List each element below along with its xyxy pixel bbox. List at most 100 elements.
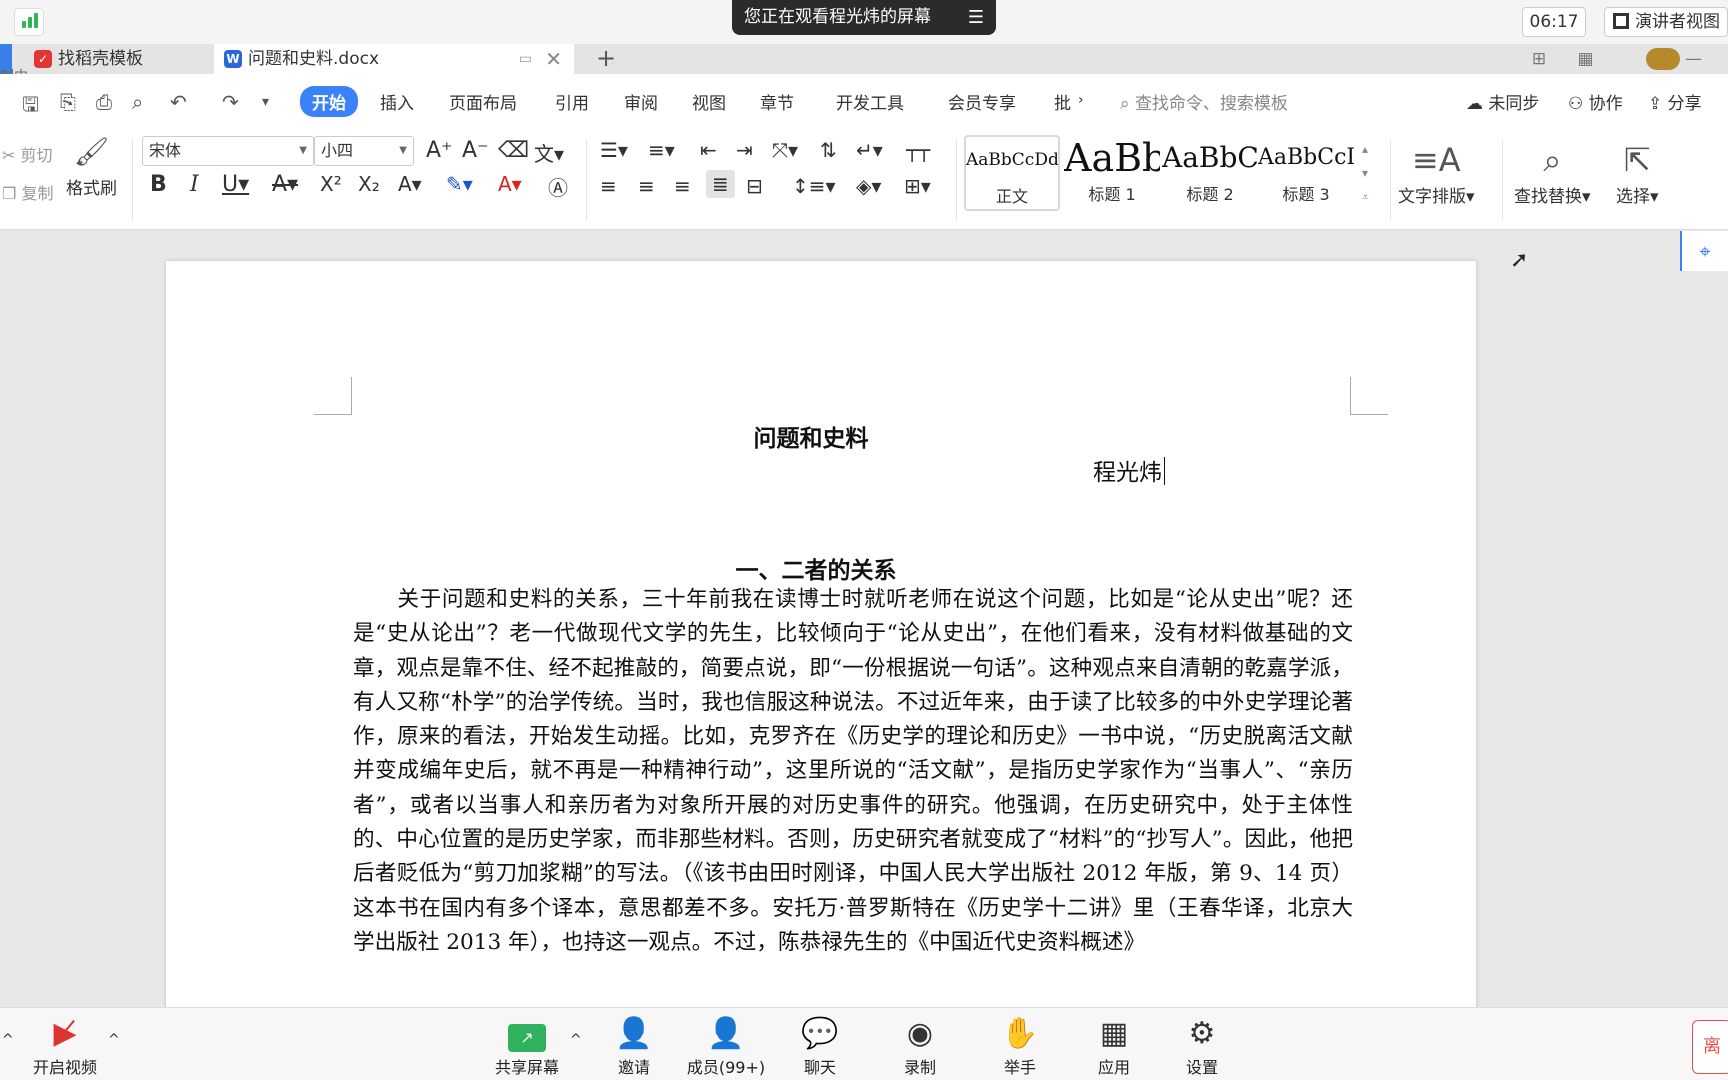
apps-icon: ▦ [1099,1016,1129,1051]
avatar[interactable] [1646,48,1680,70]
settings-button[interactable]: ⚙ 设置 [1178,1014,1226,1078]
style-heading-2[interactable]: AaBbC 标题 2 [1162,135,1258,211]
subscript-icon[interactable]: X₂ [358,172,380,196]
menu-member[interactable]: 会员专享 [948,89,1016,114]
decrease-font-icon[interactable]: A⁻ [462,138,489,163]
invite-button[interactable]: 👤 邀请 [606,1014,662,1078]
menu-chapter[interactable]: 章节 [760,89,794,114]
align-center-icon[interactable]: ≡ [638,174,655,198]
grid-icon[interactable]: ▦ [1578,49,1594,69]
find-replace-button[interactable]: ⌕ 查找替换▾ [1514,138,1591,207]
speaker-view-label: 演讲者视图 [1635,12,1720,32]
print-icon[interactable]: ⎙ [96,90,112,114]
style-gallery-scroll[interactable]: ▴ ▾ ⩡ [1362,137,1369,209]
document-canvas[interactable]: 问题和史料 程光炜 一、二者的关系 关于问题和史料的关系，三十年前我在读博士时就… [0,231,1728,1021]
margin-mark-top-right [1350,377,1388,415]
font-size-select[interactable]: 小四 ▼ [314,136,414,166]
align-left-icon[interactable]: ≡ [600,174,617,198]
chat-button[interactable]: 💬 聊天 [796,1014,844,1078]
close-icon[interactable]: ✕ [545,44,562,74]
italic-icon[interactable]: I [190,172,199,197]
text-caret [1164,457,1165,485]
record-button[interactable]: ◉ 录制 [896,1014,944,1078]
pinyin-icon[interactable]: 文▾ [534,138,564,167]
redo-icon[interactable]: ↷ [222,90,239,114]
list-icon[interactable]: ☰ [968,0,984,35]
leave-button[interactable]: 离 [1692,1020,1728,1074]
menu-page-layout[interactable]: 页面布局 [449,89,517,114]
chevron-up-icon[interactable]: ^ [108,1032,120,1048]
line-spacing-icon[interactable]: ↕≡▾ [792,174,836,198]
apps-button[interactable]: ▦ 应用 [1090,1014,1138,1078]
justify-icon[interactable]: ≣ [706,170,735,198]
export-pdf-icon[interactable]: ⎘ [60,90,76,114]
chinese-layout-icon[interactable]: ⤧▾ [772,138,798,162]
signal-icon[interactable] [14,8,44,36]
menu-insert[interactable]: 插入 [380,89,414,114]
menu-home[interactable]: 开始 [300,86,358,117]
monitor-icon[interactable]: ▭ [519,44,532,74]
show-marks-icon[interactable]: ↵▾ [856,138,883,162]
share-screen-button[interactable]: ↗ 共享屏幕 [490,1014,564,1078]
print-preview-icon[interactable]: ⌕ [132,90,143,114]
sort-icon[interactable]: ⇅ [820,138,837,162]
chevron-right-icon[interactable]: › [1078,92,1084,108]
menu-references[interactable]: 引用 [555,89,589,114]
strikethrough-icon[interactable]: A▾ [272,172,298,197]
location-pin-icon[interactable]: ⌖ [1680,231,1728,271]
style-heading-1[interactable]: AaBb 标题 1 [1064,135,1160,211]
text-layout-button[interactable]: ≡A 文字排版▾ [1398,138,1475,207]
cut-button[interactable]: ✂ 剪切 [2,142,53,166]
select-button[interactable]: ⇱ 选择▾ [1616,138,1659,207]
document-page[interactable]: 问题和史料 程光炜 一、二者的关系 关于问题和史料的关系，三十年前我在读博士时就… [166,261,1476,1021]
distribute-icon[interactable]: ⊟ [746,174,763,198]
meeting-top-bar: 您正在观看程光炜的屏幕 ☰ 06:17 演讲者视图 [0,0,1728,44]
copy-button[interactable]: ❐ 复制 [2,180,53,204]
chevron-up-icon[interactable]: ^ [570,1032,582,1048]
tab-current-document[interactable]: W 问题和史料.docx ▭ ✕ [214,44,574,74]
menu-review[interactable]: 审阅 [624,89,658,114]
share-button[interactable]: ⇪ 分享 [1648,89,1702,114]
raise-hand-button[interactable]: ✋ 举手 [996,1014,1044,1078]
new-tab-button[interactable]: + [596,44,616,72]
start-video-button[interactable]: ▶̸ 开启视频 [30,1014,100,1078]
viewing-banner[interactable]: 您正在观看程光炜的屏幕 ☰ [732,0,996,35]
underline-icon[interactable]: U▾ [222,172,249,197]
font-color-icon[interactable]: A▾ [498,172,522,196]
speaker-view-button[interactable]: 演讲者视图 [1604,7,1728,37]
minimize-icon[interactable]: — [1685,49,1702,69]
bullet-list-icon[interactable]: ☰▾ [600,138,628,162]
bold-icon[interactable]: B [150,172,167,197]
borders-icon[interactable]: ⊞▾ [904,174,931,198]
members-button[interactable]: 👤 成员(99+) [684,1014,768,1078]
align-right-icon[interactable]: ≡ [674,174,691,198]
ruler-icon[interactable]: ┬┬ [906,138,930,162]
superscript-icon[interactable]: X² [320,172,342,196]
collab-button[interactable]: ⚇ 协作 [1568,89,1623,114]
undo-icon[interactable]: ↶ [170,90,187,114]
numbered-list-icon[interactable]: ≡▾ [648,138,675,162]
menu-comment[interactable]: 批 [1054,89,1071,114]
format-painter-button[interactable]: 🖌 格式刷 [66,130,117,199]
menu-developer[interactable]: 开发工具 [836,89,904,114]
shading-icon[interactable]: ◈▾ [856,174,881,198]
chevron-down-icon[interactable]: ▾ [262,94,269,110]
highlight-icon[interactable]: ✎▾ [446,172,473,196]
increase-indent-icon[interactable]: ⇥ [736,138,753,162]
text-effect-icon[interactable]: A▾ [398,172,422,196]
decrease-indent-icon[interactable]: ⇤ [700,138,717,162]
copy-label: 复制 [21,184,54,203]
menu-view[interactable]: 视图 [692,89,726,114]
chevron-up-icon[interactable]: ^ [2,1032,14,1048]
char-border-icon[interactable]: Ⓐ [548,172,568,201]
increase-font-icon[interactable]: A⁺ [426,138,453,163]
font-name-select[interactable]: 宋体 ▼ [142,136,314,166]
sync-status[interactable]: ☁ 未同步 [1466,89,1539,114]
command-search[interactable]: ⌕ 查找命令、搜索模板 [1120,89,1288,114]
style-heading-3[interactable]: AaBbCcI 标题 3 [1258,135,1354,211]
clear-format-icon[interactable]: ⌫ [498,138,529,163]
style-normal[interactable]: AaBbCcDd 正文 [964,135,1060,211]
tab-docer-templates[interactable]: ✓ 找稻壳模板 [24,44,208,74]
save-icon[interactable]: 🖫 [22,90,39,124]
split-view-icon[interactable]: ⊞ [1532,49,1546,69]
